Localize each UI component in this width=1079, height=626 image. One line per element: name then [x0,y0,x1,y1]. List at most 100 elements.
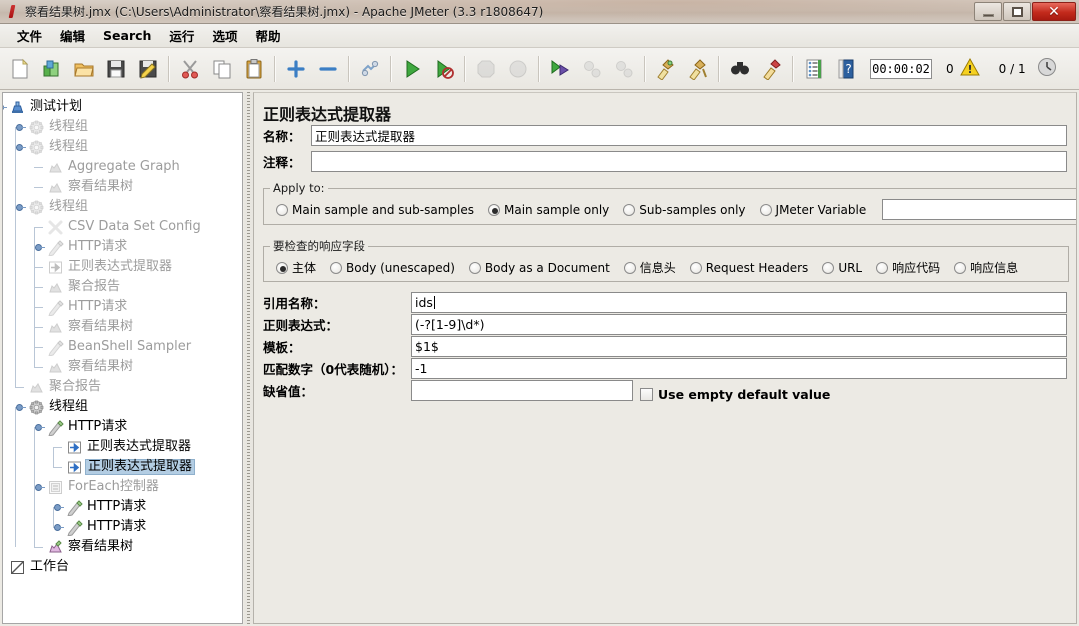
clear-button[interactable] [651,54,681,84]
maximize-button[interactable] [1003,2,1031,21]
start-no-pauses-button[interactable] [429,54,459,84]
menu-search[interactable]: Search [94,25,160,46]
menu-edit[interactable]: 编辑 [51,23,94,48]
start-button[interactable] [397,54,427,84]
tree-expander-expanded-icon[interactable] [16,203,26,212]
menu-file[interactable]: 文件 [8,23,51,48]
warning-triangle-icon[interactable]: ! [959,56,981,81]
radio-response-code[interactable]: 响应代码 [876,259,940,276]
radio-dot-icon[interactable] [468,261,481,274]
tree-node[interactable]: 测试计划 [3,97,85,117]
search-reset-button[interactable] [757,54,787,84]
tree-node[interactable]: 线程组 [3,117,91,137]
template-input[interactable]: $1$ [411,336,1067,357]
tree-node[interactable]: 聚合报告 [3,377,104,397]
tree-expander-collapsed-icon[interactable] [35,243,45,252]
tree-node[interactable]: ForEach控制器 [3,477,162,497]
radio-main-and-sub[interactable]: Main sample and sub-samples [276,203,474,217]
comment-input[interactable] [311,151,1067,172]
tree-expander-expanded-icon[interactable] [35,423,45,432]
clear-all-button[interactable] [683,54,713,84]
radio-body-unescaped[interactable]: Body (unescaped) [330,261,455,275]
radio-jmeter-variable[interactable]: JMeter Variable [759,203,866,217]
tree-node[interactable]: 工作台 [3,557,72,577]
start-remote-button[interactable] [545,54,575,84]
tree-node[interactable]: 聚合报告 [3,277,123,297]
radio-request-headers[interactable]: Request Headers [689,261,808,275]
tree-node[interactable]: HTTP请求 [3,497,149,517]
close-button[interactable]: ✕ [1032,2,1076,21]
match-number-input[interactable]: -1 [411,358,1067,379]
collapse-all-button[interactable] [313,54,343,84]
radio-body-as-document[interactable]: Body as a Document [468,261,610,275]
regular-expression-input[interactable]: (-?[1-9]\d*) [411,314,1067,335]
tree-node[interactable]: Aggregate Graph [3,157,183,177]
tree-expander-collapsed-icon[interactable] [16,123,26,132]
name-input[interactable]: 正则表达式提取器 [311,125,1067,146]
tree-node[interactable]: HTTP请求 [3,517,149,537]
radio-dot-icon[interactable] [330,261,343,274]
tree-node[interactable]: CSV Data Set Config [3,217,204,237]
tree-node[interactable]: 正则表达式提取器 [3,437,194,457]
help-button[interactable]: ? [831,54,861,84]
copy-button[interactable] [207,54,237,84]
menu-help[interactable]: 帮助 [246,23,289,48]
test-plan-tree[interactable]: 测试计划 线程组 线程组 Aggregate Graph 察看结果树 线程组 CSV Dat… [2,92,243,624]
minimize-button[interactable] [974,2,1002,21]
tree-node[interactable]: 正则表达式提取器 [3,457,196,477]
radio-body[interactable]: 主体 [276,259,316,276]
tree-node[interactable]: 线程组 [3,197,91,217]
radio-dot-icon[interactable] [487,203,500,216]
reference-name-input[interactable]: ids [411,292,1067,313]
default-value-input[interactable] [411,380,633,401]
radio-url[interactable]: URL [822,261,862,275]
paste-button[interactable] [239,54,269,84]
radio-response-message[interactable]: 响应信息 [954,259,1018,276]
tree-node[interactable]: 察看结果树 [3,537,136,557]
radio-dot-icon[interactable] [954,261,967,274]
tree-expander-expanded-icon[interactable] [3,103,7,112]
radio-dot-icon[interactable] [623,203,636,216]
split-divider[interactable] [244,92,253,624]
radio-dot-icon[interactable] [276,203,288,216]
save-button[interactable] [101,54,131,84]
radio-dot-icon[interactable] [276,261,288,274]
expand-all-button[interactable] [281,54,311,84]
radio-dot-icon[interactable] [689,261,702,274]
cut-button[interactable] [175,54,205,84]
use-empty-default-checkbox[interactable] [640,388,653,401]
toggle-button[interactable] [355,54,385,84]
tree-node[interactable]: 察看结果树 [3,357,136,377]
save-as-button[interactable] [133,54,163,84]
function-helper-button[interactable] [799,54,829,84]
tree-node[interactable]: 察看结果树 [3,317,136,337]
tree-node[interactable]: BeanShell Sampler [3,337,194,357]
tree-expander-collapsed-icon[interactable] [54,503,64,512]
tree-node[interactable]: HTTP请求 [3,237,130,257]
radio-dot-icon[interactable] [759,203,772,216]
tree-node[interactable]: 线程组 [3,397,91,417]
tree-node[interactable]: 线程组 [3,137,91,157]
tree-expander-expanded-icon[interactable] [35,483,45,492]
tree-expander-collapsed-icon[interactable] [54,523,64,532]
templates-button[interactable] [37,54,67,84]
radio-main-only[interactable]: Main sample only [487,203,609,217]
new-button[interactable] [5,54,35,84]
radio-dot-icon[interactable] [623,261,636,274]
jmeter-variable-input[interactable] [882,199,1076,220]
radio-dot-icon[interactable] [876,261,889,274]
radio-dot-icon[interactable] [822,261,835,274]
open-button[interactable] [69,54,99,84]
radio-sub-only[interactable]: Sub-samples only [623,203,746,217]
tree-node[interactable]: HTTP请求 [3,417,130,437]
tree-node[interactable]: HTTP请求 [3,297,130,317]
menu-run[interactable]: 运行 [160,23,203,48]
tree-expander-expanded-icon[interactable] [16,403,26,412]
tree-expander-collapsed-icon[interactable] [16,143,26,152]
tree-node[interactable]: 正则表达式提取器 [3,257,175,277]
menu-options[interactable]: 选项 [203,23,246,48]
use-empty-default-row[interactable]: Use empty default value [640,387,830,402]
radio-response-headers[interactable]: 信息头 [623,259,676,276]
tree-node[interactable]: 察看结果树 [3,177,136,197]
search-button[interactable] [725,54,755,84]
